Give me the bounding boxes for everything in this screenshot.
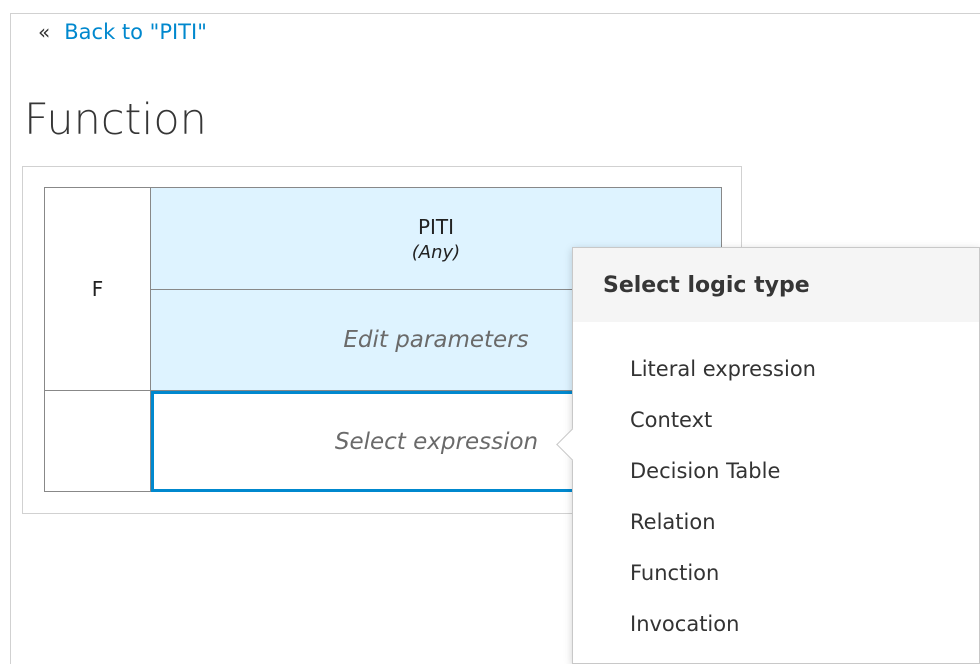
back-link-label[interactable]: Back to "PITI" bbox=[64, 18, 207, 46]
logic-type-invocation[interactable]: Invocation bbox=[573, 599, 979, 650]
logic-type-literal-expression[interactable]: Literal expression bbox=[573, 344, 979, 395]
edit-parameters-label: Edit parameters bbox=[343, 327, 529, 353]
row-number-cell bbox=[44, 390, 151, 492]
frame-border-left bbox=[10, 13, 11, 664]
back-link[interactable]: « Back to "PITI" bbox=[38, 18, 207, 46]
logic-type-function[interactable]: Function bbox=[573, 548, 979, 599]
select-expression-label: Select expression bbox=[334, 428, 539, 455]
logic-type-decision-table[interactable]: Decision Table bbox=[573, 446, 979, 497]
function-name-label: F bbox=[91, 277, 104, 301]
logic-type-relation[interactable]: Relation bbox=[573, 497, 979, 548]
popover-title: Select logic type bbox=[573, 248, 979, 322]
page-title: Function bbox=[24, 95, 207, 145]
select-logic-type-popover: Select logic type Literal expression Con… bbox=[556, 247, 980, 664]
function-header-name: PITI bbox=[417, 214, 455, 239]
function-header-type: (Any) bbox=[411, 241, 461, 263]
frame-border-top bbox=[10, 13, 980, 14]
logic-type-list: Literal expression Context Decision Tabl… bbox=[573, 322, 979, 650]
function-name-cell[interactable]: F bbox=[44, 187, 151, 391]
double-chevron-left-icon: « bbox=[38, 20, 51, 44]
logic-type-context[interactable]: Context bbox=[573, 395, 979, 446]
